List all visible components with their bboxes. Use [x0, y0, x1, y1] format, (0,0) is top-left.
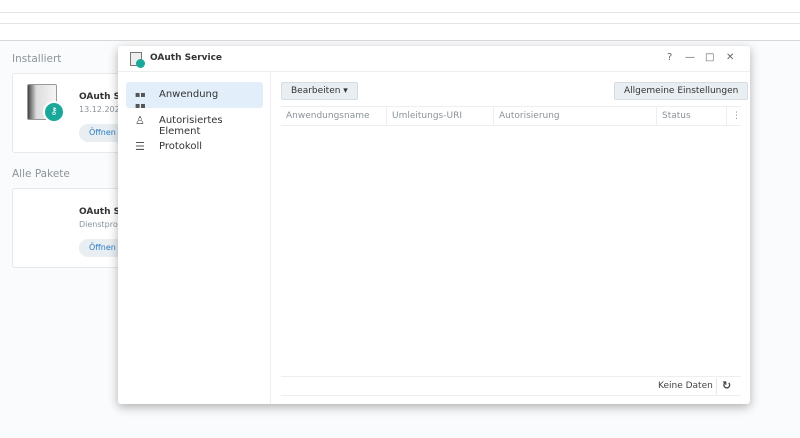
close-icon[interactable]: ✕	[726, 52, 734, 63]
column-header-redirect-uri[interactable]: Umleitungs-URI	[387, 107, 494, 125]
package-title: OAuth S	[79, 207, 121, 217]
minimize-icon[interactable]: —	[685, 52, 695, 63]
key-badge-icon: ⚷	[43, 101, 65, 123]
no-data-label: Keine Daten	[658, 381, 713, 391]
installed-heading: Installiert	[12, 53, 62, 65]
sidebar: ▪▪ ▪▪ Anwendung ♙ Autorisiertes Element ☰ Pr…	[118, 72, 271, 404]
app-icon	[130, 52, 145, 68]
column-header-status[interactable]: Status	[657, 107, 727, 125]
sidebar-item-anwendung[interactable]: ▪▪ ▪▪ Anwendung	[126, 82, 263, 110]
sidebar-item-label: Protokoll	[159, 141, 203, 152]
package-title: OAuth S	[79, 92, 121, 102]
general-settings-button[interactable]: Allgemeine Einstellungen	[614, 82, 749, 100]
title-bar[interactable]: OAuth Service ? — □ ✕	[118, 46, 750, 72]
help-icon[interactable]: ?	[667, 52, 672, 63]
package-description: Dienstpro	[79, 220, 118, 229]
refresh-icon[interactable]: ↻	[722, 379, 731, 392]
column-header-authorization[interactable]: Autorisierung	[494, 107, 657, 125]
all-packages-heading: Alle Pakete	[12, 168, 70, 180]
divider	[0, 12, 800, 13]
user-icon: ♙	[135, 114, 145, 127]
package-date: 13.12.202	[79, 105, 120, 114]
divider	[0, 23, 800, 24]
sidebar-item-autorisiertes-element[interactable]: ♙ Autorisiertes Element	[126, 108, 263, 137]
sidebar-item-label: Anwendung	[159, 89, 219, 100]
column-header-name[interactable]: Anwendungsname	[281, 107, 387, 125]
maximize-icon[interactable]: □	[705, 52, 714, 63]
edit-dropdown-button[interactable]: Bearbeiten ▾	[281, 82, 358, 100]
list-icon: ☰	[135, 140, 145, 153]
column-options-icon[interactable]: ⋮	[727, 107, 741, 125]
oauth-service-window: OAuth Service ? — □ ✕ ▪▪ ▪▪ Anwendung ♙ Aut…	[118, 46, 750, 404]
sidebar-item-protokoll[interactable]: ☰ Protokoll	[126, 134, 263, 160]
window-title: OAuth Service	[150, 53, 223, 63]
